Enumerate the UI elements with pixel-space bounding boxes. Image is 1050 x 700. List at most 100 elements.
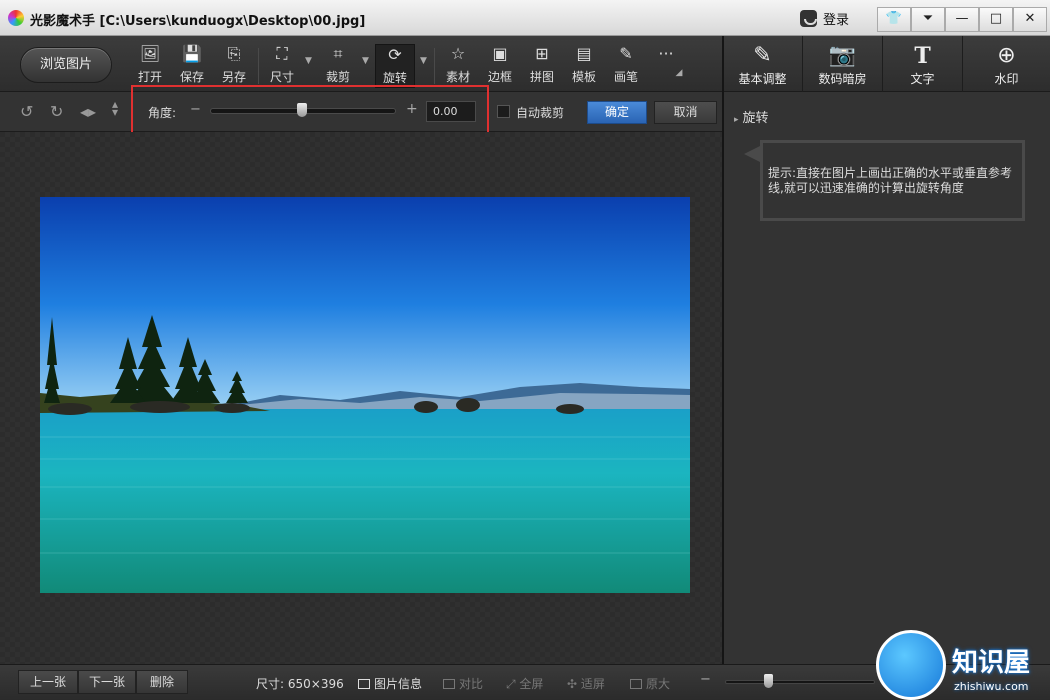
tool-brush-label: 画笔 [613,70,638,84]
watermark-subtext: zhishiwu.com [954,680,1029,693]
expand-corner-icon: ◢ [675,68,683,78]
tool-border[interactable]: ▣ 边框 [480,44,520,88]
info-icon [358,679,370,689]
angle-increase-button[interactable]: + [406,101,418,117]
tool-save[interactable]: 💾 保存 [172,44,212,88]
tip-text: 提示:直接在图片上画出正确的水平或垂直参考线,就可以迅速准确的计算出旋转角度 [768,166,1013,195]
angle-value-input[interactable]: 0.00 [426,101,476,122]
zoom-slider-thumb[interactable] [764,674,773,688]
flip-vertical-icon[interactable]: ▴ ▾ [112,98,118,118]
panel-darkroom-label: 数码暗房 [818,72,867,86]
compare-icon [443,679,455,689]
image-size-text: 尺寸: 650×396 [256,677,344,691]
panel-watermark[interactable]: ⊕ 水印 [962,36,1050,92]
zoom-out-button[interactable]: − [700,672,711,687]
app-logo-icon [8,10,24,26]
resize-dropdown-icon[interactable]: ▼ [305,56,312,66]
panel-basic-adjust[interactable]: ✎ 基本调整 [722,36,802,92]
prev-image-button[interactable]: 上一张 [18,670,78,694]
tool-crop[interactable]: ⌗ 裁剪 [318,44,358,88]
tool-rotate-label: 旋转 [382,71,407,85]
more-tools-button[interactable]: ··· ◢ [646,44,686,88]
tool-brush[interactable]: ✎ 画笔 [606,44,646,88]
watermark-text: 知识屋 [952,648,1031,678]
menu-icon: ⏷ [922,11,934,26]
panel-darkroom[interactable]: 📷 数码暗房 [802,36,882,92]
template-icon: ▤ [576,44,592,63]
rotate-panel-heading-label: 旋转 [742,111,769,126]
save-as-icon: ⎘ [227,44,241,63]
next-image-button[interactable]: 下一张 [78,670,136,694]
panel-text[interactable]: T 文字 [882,36,962,92]
original-size-button[interactable]: 原大 [630,675,670,692]
darkroom-icon: 📷 [828,43,857,68]
tool-collage-label: 拼图 [529,70,554,84]
confirm-button[interactable]: 确定 [587,101,647,124]
close-icon: ✕ [1024,11,1036,26]
panel-watermark-label: 水印 [994,72,1019,86]
flip-horizontal-icon[interactable]: ◂▸ [80,102,96,121]
auto-crop-label[interactable]: 自动裁剪 [516,104,564,121]
cancel-button[interactable]: 取消 [654,101,717,124]
tool-save-label: 保存 [179,70,204,84]
text-icon: T [914,43,931,69]
watermark-logo-icon [876,630,946,700]
angle-slider-thumb[interactable] [297,103,307,117]
fullscreen-label: 全屏 [519,677,544,691]
tool-template[interactable]: ▤ 模板 [564,44,604,88]
rotate-left-icon[interactable]: ↺ [20,102,33,121]
window-title: 光影魔术手 [C:\Users\kunduogx\Desktop\00.jpg] [30,14,366,29]
panel-basic-adjust-label: 基本调整 [738,72,787,86]
rotate-dropdown-icon[interactable]: ▼ [420,56,427,66]
login-button[interactable]: 登录 [800,6,849,30]
menu-button[interactable]: ⏷ [911,7,945,32]
crop-icon: ⌗ [333,44,343,63]
rotate-icon: ⟳ [388,45,402,64]
image-info-button[interactable]: 图片信息 [358,675,422,692]
rotate-panel-heading[interactable]: ▸ 旋转 [734,107,769,126]
collage-icon: ⊞ [535,44,549,63]
minimize-button[interactable]: — [945,7,979,32]
skin-icon: 👕 [885,11,903,26]
brush-icon: ✎ [619,44,633,63]
crop-dropdown-icon[interactable]: ▼ [362,56,369,66]
tool-material[interactable]: ☆ 素材 [438,44,478,88]
tool-open[interactable]: 🖼 打开 [130,44,170,88]
minimize-icon: — [955,11,969,26]
tool-template-label: 模板 [571,70,596,84]
tool-resize[interactable]: ⛶ 尺寸 [262,44,302,88]
angle-label: 角度: [148,106,177,120]
main-toolbar: 浏览图片 🖼 打开 💾 保存 ⎘ 另存 ⛶ 尺寸 ▼ ⌗ 裁剪 ▼ ⟳ 旋转 ▼ ☆ 素材 ▣… [0,36,1050,92]
tool-collage[interactable]: ⊞ 拼图 [522,44,562,88]
compare-button[interactable]: 对比 [443,675,483,692]
tool-material-label: 素材 [445,70,470,84]
lake-photo[interactable] [40,197,690,593]
fullscreen-button[interactable]: ⤢ 全屏 [506,675,543,692]
original-icon [630,679,642,689]
tool-rotate[interactable]: ⟳ 旋转 [375,44,415,88]
auto-crop-checkbox[interactable] [497,105,510,118]
skin-button[interactable]: 👕 [877,7,911,32]
save-icon: 💾 [182,44,202,63]
compare-label: 对比 [459,677,484,691]
tool-border-label: 边框 [487,70,512,84]
user-face-icon [800,9,817,27]
delete-button[interactable]: 删除 [136,670,188,694]
title-bar: 光影魔术手 [C:\Users\kunduogx\Desktop\00.jpg]… [0,0,1050,36]
tool-save-as-label: 另存 [221,70,246,84]
fit-screen-button[interactable]: ✣ 适屏 [567,675,605,692]
fullscreen-icon: ⤢ [506,677,520,691]
tool-resize-label: 尺寸 [269,70,294,84]
tool-save-as[interactable]: ⎘ 另存 [214,44,254,88]
adjust-icon: ✎ [753,43,772,68]
site-watermark: 知识屋 zhishiwu.com [868,622,1050,700]
angle-decrease-button[interactable]: − [190,102,201,117]
zoom-slider[interactable] [725,680,875,684]
maximize-button[interactable]: □ [979,7,1013,32]
tool-open-label: 打开 [137,70,162,84]
tip-arrow-icon [744,146,760,162]
rotate-right-icon[interactable]: ↻ [50,102,63,121]
browse-images-button[interactable]: 浏览图片 [20,47,112,83]
material-icon: ☆ [450,44,466,63]
close-button[interactable]: ✕ [1013,7,1047,32]
